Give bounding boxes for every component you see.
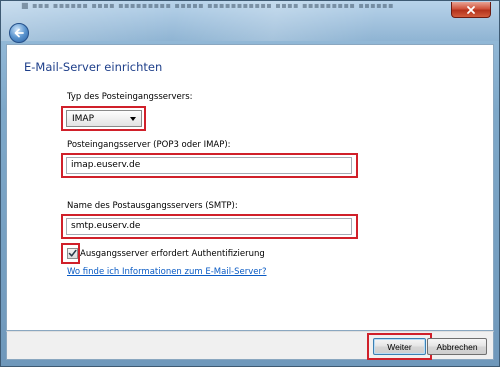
server-info-link[interactable]: Wo finde ich Informationen zum E-Mail-Se…	[67, 267, 267, 277]
button-bar: Weiter Abbrechen	[6, 331, 494, 360]
dialog-content: E-Mail-Server einrichten Typ des Postein…	[6, 44, 494, 331]
close-icon	[467, 5, 475, 14]
incoming-type-select[interactable]: IMAP	[66, 110, 142, 127]
auth-checkbox[interactable]	[67, 248, 78, 259]
chevron-down-icon	[130, 117, 136, 121]
incoming-type-value: IMAP	[72, 113, 95, 124]
checkmark-icon	[68, 249, 77, 257]
outgoing-server-label: Name des Postausgangsservers (SMTP):	[67, 201, 238, 211]
title-bar-background-text: ■ ▪▪▪ ▪▪▪▪▪▪ ▪▪▪▪ ▪▪▪▪▪▪▪▪▪ ▪▪▪▪▪ ▪▪▪▪▪▪…	[21, 1, 394, 9]
close-button[interactable]	[451, 2, 491, 18]
back-button[interactable]	[9, 23, 29, 43]
back-arrow-icon	[14, 28, 24, 38]
cancel-button[interactable]: Abbrechen	[427, 338, 487, 355]
page-title: E-Mail-Server einrichten	[24, 60, 163, 74]
auth-checkbox-label: Ausgangsserver erfordert Authentifizieru…	[80, 249, 265, 259]
incoming-server-input[interactable]: imap.euserv.de	[66, 157, 352, 174]
incoming-server-label: Posteingangsserver (POP3 oder IMAP):	[67, 140, 231, 150]
outgoing-server-input[interactable]: smtp.euserv.de	[66, 218, 352, 235]
incoming-type-label: Typ des Posteingangsservers:	[67, 92, 193, 102]
next-button[interactable]: Weiter	[373, 338, 426, 355]
